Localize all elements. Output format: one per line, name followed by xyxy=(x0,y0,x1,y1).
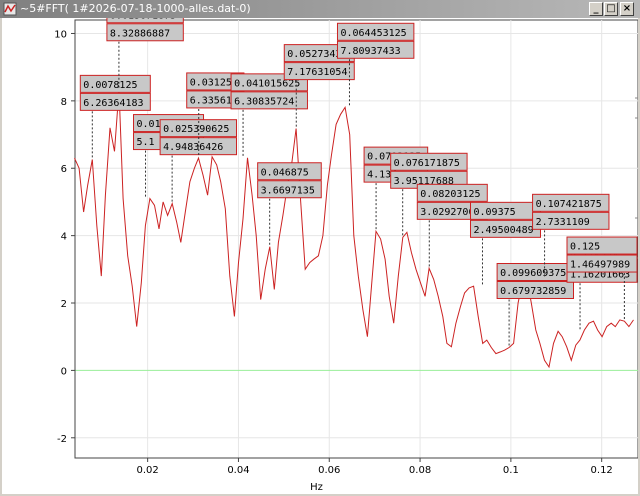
annotation-amplitude: 2.49500489 xyxy=(473,225,533,236)
annotation-frequency: 0.064453125 xyxy=(340,28,406,39)
annotation-frequency: 0.03125 xyxy=(190,77,232,88)
y-tick-label: 8 xyxy=(61,97,67,108)
app-icon xyxy=(3,2,17,16)
minimize-button[interactable]: _ xyxy=(589,2,603,16)
y-tick-label: 0 xyxy=(61,366,67,377)
annotation-frequency: 0.125 xyxy=(570,242,600,253)
y-tick-label: 6 xyxy=(61,164,67,175)
close-button[interactable]: × xyxy=(620,2,634,16)
y-tick-label: 4 xyxy=(61,232,67,243)
x-tick-label: 0.06 xyxy=(318,465,340,476)
annotation-amplitude: 8.32886887 xyxy=(110,28,170,39)
x-tick-label: 0.12 xyxy=(591,465,613,476)
window-title: ~5#FFT( 1#2026-07-18-1000-alles.dat-0) xyxy=(20,2,251,15)
x-axis-label: Hz xyxy=(310,482,323,493)
annotation-amplitude: 7.80937433 xyxy=(340,46,400,57)
annotation-frequency: 0.025390625 xyxy=(163,124,229,135)
x-tick-label: 0.04 xyxy=(227,465,249,476)
fft-chart[interactable]: 0.02 0.04 0.06 0.08 0.1 0.12 -2 0 2 4 6 8 10 Hz 0.0078… xyxy=(2,18,638,494)
annotation-amplitude: 0.679732859 xyxy=(500,286,566,297)
x-tick-label: 0.1 xyxy=(503,465,519,476)
annotation-frequency: 0.107421875 xyxy=(536,199,602,210)
plot-area xyxy=(74,19,638,459)
y-tick-label: 10 xyxy=(54,29,67,40)
annotation-amplitude: 6.26364183 xyxy=(83,98,143,109)
maximize-button[interactable]: □ xyxy=(604,2,618,16)
annotation-frequency: 0.08203125 xyxy=(420,189,480,200)
annotation-frequency: 0.09375 xyxy=(473,207,515,218)
y-tick-label: 2 xyxy=(61,299,67,310)
x-tick-label: 0.02 xyxy=(137,465,159,476)
annotation-frequency: 0.076171875 xyxy=(394,158,460,169)
annotation-amplitude: 1.46497989 xyxy=(570,260,630,271)
annotation-frequency: 0.013671875 xyxy=(110,18,176,21)
annotation-amplitude: 4.94836426 xyxy=(163,142,223,153)
x-tick-label: 0.08 xyxy=(409,465,431,476)
plot-frame: 0.02 0.04 0.06 0.08 0.1 0.12 -2 0 2 4 6 8 10 Hz 0.0078… xyxy=(2,18,638,494)
title-bar[interactable]: ~5#FFT( 1#2026-07-18-1000-alles.dat-0) _… xyxy=(0,0,640,18)
annotation-amplitude: 7.17631054 xyxy=(287,67,347,78)
annotation-frequency: 0.099609375 xyxy=(500,268,566,279)
annotation-amplitude: 2.7331109 xyxy=(536,217,590,228)
annotation-amplitude: 5.1 xyxy=(137,137,155,148)
annotation-frequency: 0.046875 xyxy=(261,167,309,178)
y-tick-label: -2 xyxy=(57,434,67,445)
annotation-frequency: 0.0078125 xyxy=(83,80,137,91)
annotation-amplitude: 6.30835724 xyxy=(234,96,294,107)
annotation-amplitude: 3.6697135 xyxy=(261,185,315,196)
